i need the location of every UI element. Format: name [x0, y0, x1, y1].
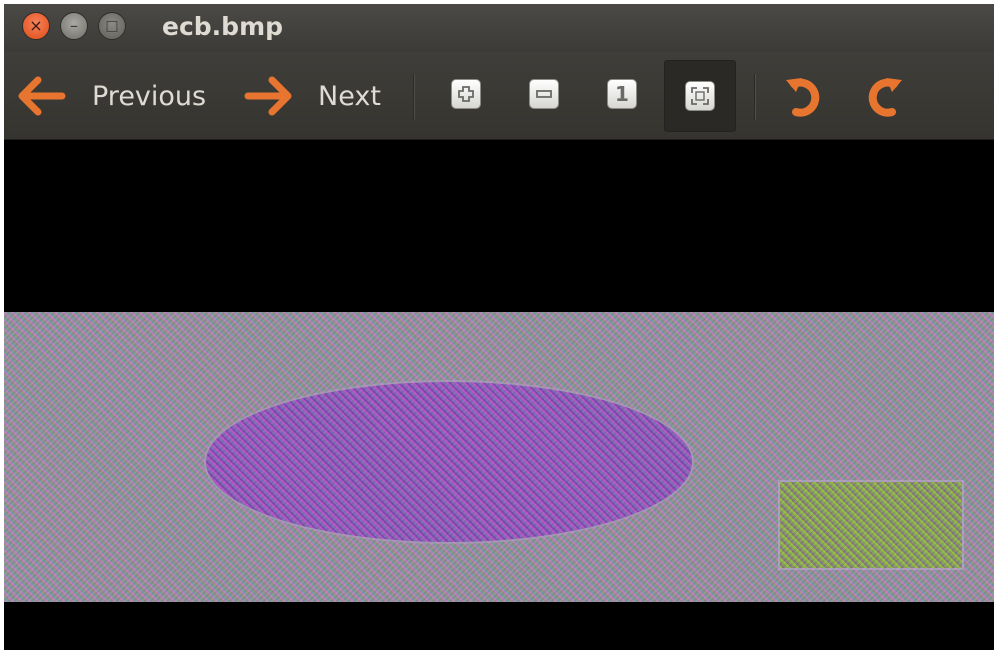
image-viewer-window: × – □ ecb.bmp Previous Next 1	[4, 4, 994, 650]
zoom-in-button[interactable]	[444, 72, 488, 116]
next-button[interactable]: Next	[244, 52, 381, 140]
zoom-out-button[interactable]	[522, 72, 566, 116]
normal-size-button[interactable]: 1	[600, 72, 644, 116]
previous-button[interactable]: Previous	[16, 52, 206, 140]
close-icon: ×	[29, 16, 43, 35]
normal-size-icon: 1	[607, 79, 637, 109]
zoom-out-icon	[529, 79, 559, 109]
maximize-icon: □	[105, 18, 119, 34]
rotate-right-button[interactable]	[860, 74, 906, 120]
previous-label: Previous	[92, 80, 207, 112]
best-fit-button[interactable]	[664, 60, 736, 132]
image-rectangle-region	[780, 482, 962, 568]
arrow-left-icon	[18, 76, 66, 116]
arrow-right-icon	[244, 76, 292, 116]
window-minimize-button[interactable]: –	[60, 12, 88, 40]
title-bar[interactable]: × – □ ecb.bmp	[4, 4, 994, 52]
window-close-button[interactable]: ×	[22, 12, 50, 40]
minimize-icon: –	[70, 16, 78, 35]
image-canvas[interactable]	[4, 140, 994, 650]
next-label: Next	[318, 80, 381, 112]
window-maximize-button[interactable]: □	[98, 12, 126, 40]
toolbar-separator	[413, 74, 414, 120]
rotate-right-icon	[868, 78, 902, 117]
best-fit-icon	[685, 81, 715, 111]
toolbar: Previous Next 1	[4, 52, 994, 140]
image-ellipse-region	[206, 382, 692, 542]
window-title: ecb.bmp	[162, 12, 284, 41]
rotate-left-button[interactable]	[782, 74, 828, 120]
rotate-left-icon	[786, 78, 820, 117]
toolbar-separator	[754, 74, 755, 120]
zoom-in-icon	[451, 79, 481, 109]
displayed-image	[4, 312, 994, 602]
